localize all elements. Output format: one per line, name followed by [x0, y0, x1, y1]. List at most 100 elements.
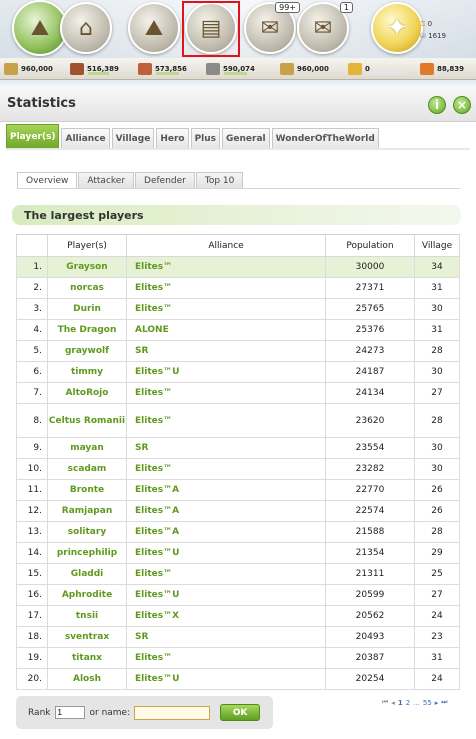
clay-resource[interactable]: 573,856 [138, 61, 187, 77]
wood-resource[interactable]: 516,389 [70, 61, 119, 77]
player-link[interactable]: norcas [47, 277, 127, 299]
population-cell: 20254 [325, 668, 415, 690]
subtab-overview[interactable]: Overview [17, 172, 78, 188]
page-last[interactable]: 55 [423, 699, 432, 707]
alliance-link[interactable]: SR [126, 437, 326, 459]
population-cell: 27371 [325, 277, 415, 299]
page-2[interactable]: 2 [406, 699, 410, 707]
tab-hero[interactable]: Hero [156, 128, 189, 148]
selected-highlight [182, 1, 240, 57]
player-link[interactable]: titanx [47, 647, 127, 669]
alliance-link[interactable]: SR [126, 340, 326, 362]
player-link[interactable]: scadam [47, 458, 127, 480]
alliance-link[interactable]: Elites™ [126, 458, 326, 480]
messages-button[interactable]: ✉ 1 [297, 2, 353, 54]
village-header[interactable]: Village [414, 234, 460, 257]
villages-cell: 28 [414, 521, 460, 543]
player-link[interactable]: AltoRojo [47, 382, 127, 404]
population-header[interactable]: Population [325, 234, 415, 257]
alliance-link[interactable]: Elites™A [126, 479, 326, 501]
alliance-link[interactable]: Elites™U [126, 584, 326, 606]
player-link[interactable]: timmy [47, 361, 127, 383]
player-link[interactable]: sventrax [47, 626, 127, 648]
alliance-link[interactable]: Elites™ [126, 298, 326, 320]
subtab-top-10[interactable]: Top 10 [195, 172, 244, 188]
tab-plus[interactable]: Plus [190, 128, 221, 148]
alliance-link[interactable]: Elites™ [126, 403, 326, 438]
alliance-link[interactable]: Elites™ [126, 277, 326, 299]
tab-wonderoftheworld[interactable]: WonderOfTheWorld [271, 128, 379, 148]
population-cell: 25376 [325, 319, 415, 341]
help-button[interactable]: i [428, 96, 446, 114]
warehouse-value: 960,000 [21, 65, 53, 73]
population-cell: 20387 [325, 647, 415, 669]
ok-button[interactable]: OK [220, 704, 261, 721]
iron-resource[interactable]: 590,074 [206, 61, 255, 77]
player-link[interactable]: graywolf [47, 340, 127, 362]
rank-cell: 17. [16, 605, 48, 627]
player-link[interactable]: Celtus Romanii [47, 403, 127, 438]
section-heading: The largest players [12, 205, 461, 225]
alliance-link[interactable]: Elites™A [126, 500, 326, 522]
player-link[interactable]: Aphrodite [47, 584, 127, 606]
player-link[interactable]: Bronte [47, 479, 127, 501]
player-link[interactable]: Durin [47, 298, 127, 320]
next-page-icon[interactable]: ▸ [435, 699, 439, 707]
player-link[interactable]: Ramjapan [47, 500, 127, 522]
alliance-link[interactable]: Elites™ [126, 382, 326, 404]
player-link[interactable]: tnsii [47, 605, 127, 627]
crop-production[interactable]: 88,839 [420, 61, 464, 77]
alliance-link[interactable]: Elites™X [126, 605, 326, 627]
villages-cell: 24 [414, 605, 460, 627]
gold-value: 0 [427, 20, 433, 28]
name-input[interactable] [134, 705, 211, 720]
gold-shop-button[interactable]: ✦ [371, 2, 423, 54]
player-link[interactable]: Alosh [47, 668, 127, 690]
alliance-link[interactable]: Elites™U [126, 542, 326, 564]
villages-cell: 31 [414, 647, 460, 669]
prev-page-icon[interactable]: ◂ [391, 699, 395, 707]
alliance-link[interactable]: Elites™ [126, 647, 326, 669]
subtab-defender[interactable]: Defender [135, 172, 195, 188]
village-center-button[interactable]: ⌂ [60, 2, 112, 54]
rank-cell: 20. [16, 668, 48, 690]
alliance-link[interactable]: ALONE [126, 319, 326, 341]
alliance-link[interactable]: Elites™U [126, 668, 326, 690]
villages-cell: 31 [414, 277, 460, 299]
tab-village[interactable]: Village [111, 128, 155, 148]
player-header[interactable]: Player(s) [47, 234, 127, 257]
player-link[interactable]: The Dragon [47, 319, 127, 341]
player-link[interactable]: solitary [47, 521, 127, 543]
alliance-link[interactable]: Elites™U [126, 361, 326, 383]
tab-player-s[interactable]: Player(s) [6, 124, 60, 148]
rank-cell: 12. [16, 500, 48, 522]
close-button[interactable]: × [453, 96, 471, 114]
map-button[interactable]: ⛰ [128, 2, 180, 54]
tab-alliance[interactable]: Alliance [61, 128, 110, 148]
alliance-header[interactable]: Alliance [126, 234, 326, 257]
player-link[interactable]: mayan [47, 437, 127, 459]
villages-cell: 31 [414, 319, 460, 341]
first-page-icon[interactable]: ⏮ [382, 698, 388, 707]
player-link[interactable]: Grayson [47, 256, 127, 278]
last-page-icon[interactable]: ⏭ [441, 698, 447, 707]
alliance-link[interactable]: SR [126, 626, 326, 648]
player-link[interactable]: princephilip [47, 542, 127, 564]
alliance-link[interactable]: Elites™ [126, 256, 326, 278]
alliance-link[interactable]: Elites™A [126, 521, 326, 543]
player-link[interactable]: Gladdi [47, 563, 127, 585]
villages-cell: 27 [414, 584, 460, 606]
crop-resource[interactable]: 0 [348, 61, 404, 77]
tab-general[interactable]: General [222, 128, 270, 148]
reports-button[interactable]: ✉ 99+ [244, 2, 300, 54]
subtab-attacker[interactable]: Attacker [78, 172, 135, 188]
rank-cell: 11. [16, 479, 48, 501]
population-cell: 21311 [325, 563, 415, 585]
population-cell: 20493 [325, 626, 415, 648]
table-row: 2. norcas Elites™ 27371 31 [16, 277, 460, 299]
crop-production-value: 88,839 [437, 65, 465, 73]
silver-value: 1619 [428, 32, 446, 40]
rank-input[interactable] [54, 706, 85, 719]
alliance-link[interactable]: Elites™ [126, 563, 326, 585]
name-label: or name: [89, 707, 131, 718]
